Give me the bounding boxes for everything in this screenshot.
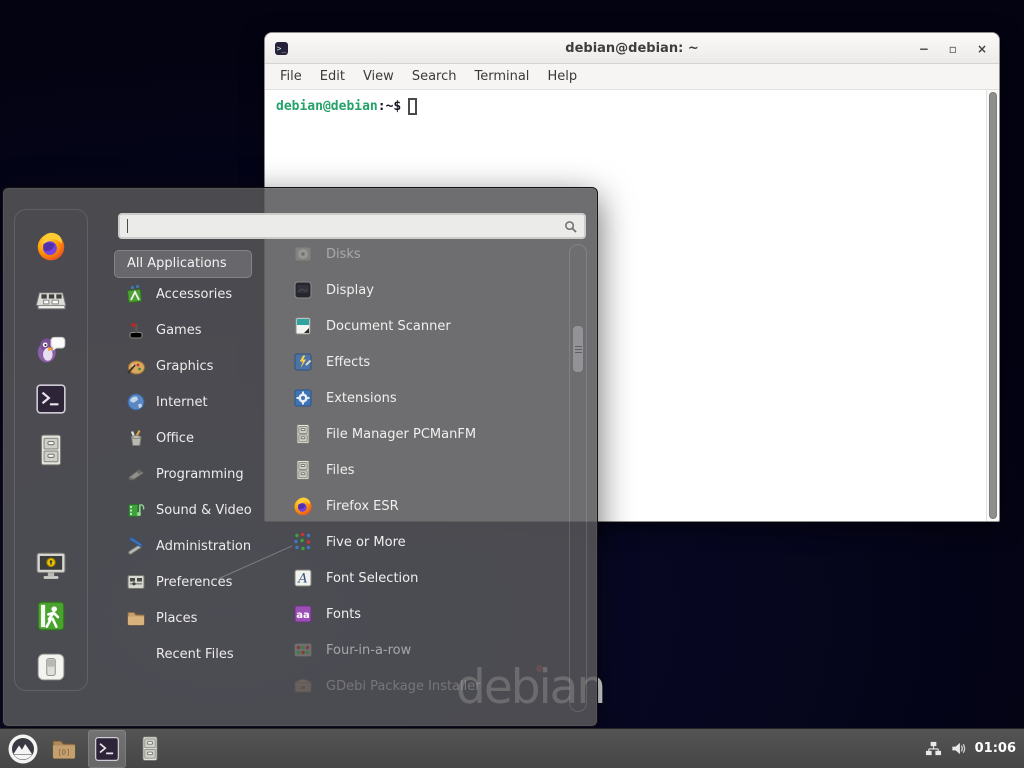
prompt-user: debian@debian <box>276 99 378 114</box>
internet-icon <box>126 392 146 412</box>
search-input-wrap <box>118 213 586 239</box>
disks-icon <box>292 243 314 265</box>
pidgin-icon[interactable] <box>34 331 68 365</box>
menu-terminal[interactable]: Terminal <box>465 69 538 84</box>
category-list: Accessories Games Graphics Internet Offi… <box>114 281 264 667</box>
display-icon <box>292 279 314 301</box>
app-gdebi-package-installer[interactable]: GDebi Package Installer <box>292 675 557 697</box>
category-sound-video[interactable]: Sound & Video <box>114 497 264 523</box>
network-icon[interactable] <box>925 740 942 757</box>
five-or-more-icon <box>292 531 314 553</box>
administration-icon <box>126 536 146 556</box>
application-list: Disks Display Document Scanner Effects E… <box>292 243 557 697</box>
category-graphics[interactable]: Graphics <box>114 353 264 379</box>
logout-icon[interactable] <box>34 599 68 633</box>
app-fonts[interactable]: aa Fonts <box>292 603 557 625</box>
taskbar: [D] 01:06 <box>0 728 1024 768</box>
application-menu: All Applications Accessories Games Graph… <box>2 187 598 727</box>
effects-icon <box>292 351 314 373</box>
fonts-icon: aa <box>292 603 314 625</box>
programming-icon <box>126 464 146 484</box>
category-programming[interactable]: Programming <box>114 461 264 487</box>
file-cabinet-icon[interactable] <box>34 433 68 467</box>
sound-video-icon <box>126 500 146 520</box>
files-cabinet-icon[interactable] <box>131 730 169 768</box>
menu-scrollbar-track[interactable] <box>569 244 587 712</box>
four-in-a-row-icon <box>292 639 314 661</box>
shutdown-icon[interactable] <box>34 650 68 684</box>
menu-help[interactable]: Help <box>538 69 586 84</box>
close-icon[interactable]: × <box>977 43 987 55</box>
file-manager-folder-icon[interactable]: [D] <box>45 730 83 768</box>
accessories-icon <box>126 284 146 304</box>
terminal-window-icon: >_ <box>275 42 288 55</box>
app-files[interactable]: Files <box>292 459 557 481</box>
menu-view[interactable]: View <box>354 69 403 84</box>
file-cabinet-icon <box>292 459 314 481</box>
svg-text:A: A <box>297 572 307 587</box>
preferences-icon <box>126 572 146 592</box>
app-effects[interactable]: Effects <box>292 351 557 373</box>
menu-edit[interactable]: Edit <box>311 69 354 84</box>
gdebi-icon <box>292 675 314 697</box>
category-places[interactable]: Places <box>114 605 264 631</box>
firefox-icon[interactable] <box>34 229 68 263</box>
lock-screen-icon[interactable] <box>34 548 68 582</box>
prompt-suffix: :~$ <box>378 99 401 114</box>
system-tray: 01:06 <box>925 740 1024 757</box>
category-office[interactable]: Office <box>114 425 264 451</box>
terminal-scrollbar-thumb[interactable] <box>989 92 997 519</box>
firefox-icon <box>292 495 314 517</box>
favorites-panel <box>14 209 88 691</box>
terminal-scrollbar[interactable] <box>986 90 999 521</box>
category-administration[interactable]: Administration <box>114 533 264 559</box>
category-accessories[interactable]: Accessories <box>114 281 264 307</box>
app-font-selection[interactable]: A Font Selection <box>292 567 557 589</box>
app-file-manager-pcmanfm[interactable]: File Manager PCManFM <box>292 423 557 445</box>
magnifier-icon <box>564 220 577 233</box>
file-cabinet-icon <box>292 423 314 445</box>
category-internet[interactable]: Internet <box>114 389 264 415</box>
terminal-titlebar[interactable]: >_ debian@debian: ~ − ▫ × <box>265 33 999 64</box>
app-extensions[interactable]: Extensions <box>292 387 557 409</box>
taskbar-clock[interactable]: 01:06 <box>975 741 1016 756</box>
app-display[interactable]: Display <box>292 279 557 301</box>
category-games[interactable]: Games <box>114 317 264 343</box>
menu-file[interactable]: File <box>271 69 311 84</box>
text-caret <box>127 219 128 233</box>
svg-text:aa: aa <box>296 610 310 621</box>
blank-icon-spacer <box>126 644 146 664</box>
svg-text:[D]: [D] <box>58 748 71 756</box>
places-icon <box>126 608 146 628</box>
maximize-icon[interactable]: ▫ <box>949 43 957 55</box>
font-selection-icon: A <box>292 567 314 589</box>
app-document-scanner[interactable]: Document Scanner <box>292 315 557 337</box>
games-icon <box>126 320 146 340</box>
menu-search[interactable]: Search <box>403 69 466 84</box>
office-icon <box>126 428 146 448</box>
terminal-icon[interactable] <box>88 730 126 768</box>
terminal-menubar: File Edit View Search Terminal Help <box>265 64 999 90</box>
category-all-applications[interactable]: All Applications <box>114 250 252 278</box>
keyboard-icon[interactable] <box>34 280 68 314</box>
menu-scrollbar-thumb[interactable] <box>572 325 584 373</box>
app-four-in-a-row[interactable]: Four-in-a-row <box>292 639 557 661</box>
menu-icon[interactable] <box>6 732 40 766</box>
app-disks[interactable]: Disks <box>292 243 557 265</box>
category-preferences[interactable]: Preferences <box>114 569 264 595</box>
graphics-icon <box>126 356 146 376</box>
terminal-prompt-line: debian@debian:~$ <box>265 90 999 115</box>
app-five-or-more[interactable]: Five or More <box>292 531 557 553</box>
category-recent-files[interactable]: Recent Files <box>114 641 264 667</box>
volume-icon[interactable] <box>950 740 967 757</box>
search-input[interactable] <box>130 219 564 234</box>
terminal-cursor <box>408 98 417 115</box>
extensions-icon <box>292 387 314 409</box>
app-firefox-esr[interactable]: Firefox ESR <box>292 495 557 517</box>
document-scanner-icon <box>292 315 314 337</box>
terminal-icon[interactable] <box>34 382 68 416</box>
minimize-icon[interactable]: − <box>919 43 929 55</box>
terminal-window-title: debian@debian: ~ <box>565 41 698 56</box>
